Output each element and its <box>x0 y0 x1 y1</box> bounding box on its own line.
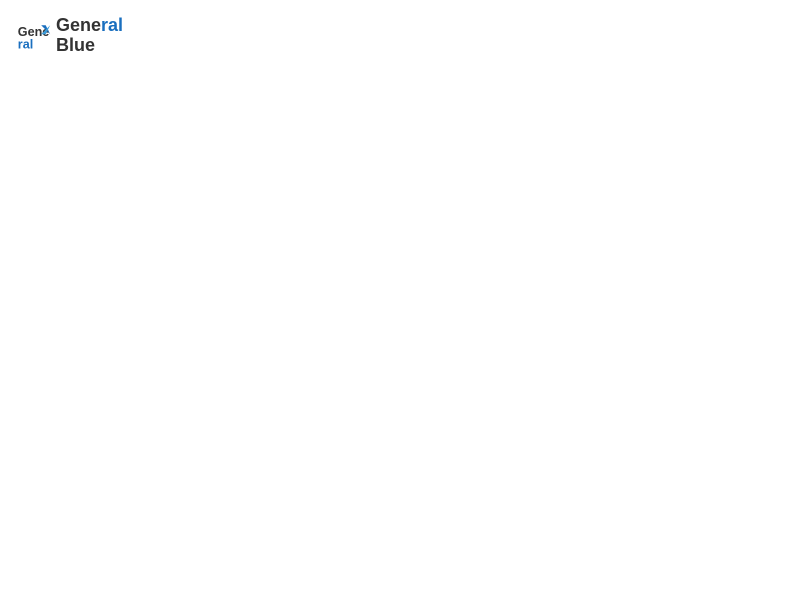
logo-icon: Gene ral <box>16 18 52 54</box>
page-header: Gene ral GeneralBlue <box>16 16 776 56</box>
logo: Gene ral GeneralBlue <box>16 16 123 56</box>
svg-text:ral: ral <box>18 37 33 51</box>
logo-text: GeneralBlue <box>56 16 123 56</box>
